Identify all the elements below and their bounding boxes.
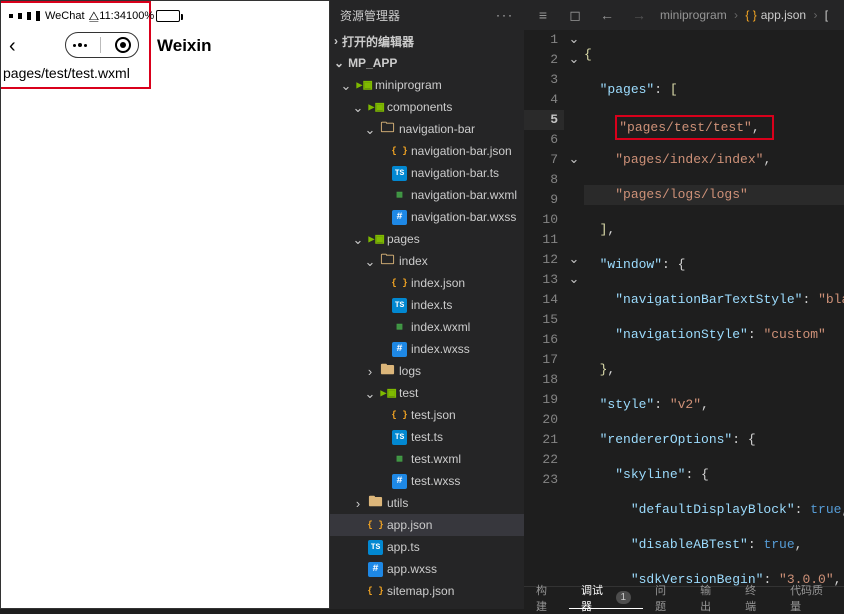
json-icon: { } xyxy=(368,518,383,533)
open-editors-section[interactable]: 打开的编辑器 xyxy=(330,30,524,52)
carrier-name: WeChat xyxy=(45,10,85,22)
folder-icon: ▸▣ xyxy=(368,232,383,247)
simulator-status-bar: WeChat ⧋ 11:34 100% xyxy=(1,3,149,29)
folder-miniprogram[interactable]: ▸▣miniprogram xyxy=(330,74,524,96)
folder-icon: ▸▣ xyxy=(368,100,383,115)
folder-utils[interactable]: 🖿utils xyxy=(330,492,524,514)
explorer-more-icon[interactable]: ··· xyxy=(496,8,514,22)
ts-icon: TS xyxy=(392,298,407,313)
wxss-icon: # xyxy=(368,562,383,577)
json-icon: { } xyxy=(745,8,756,22)
file-app-json[interactable]: { }app.json xyxy=(330,514,524,536)
file-sitemap-json[interactable]: { }sitemap.json xyxy=(330,580,524,602)
miniprogram-capsule[interactable] xyxy=(65,32,139,58)
breadcrumb[interactable]: miniprogram › { }app.json › [ xyxy=(660,8,828,22)
page-content-text: pages/test/test.wxml xyxy=(1,63,149,87)
folder-icon: 🖿 xyxy=(380,364,395,379)
folder-test[interactable]: ▸▣test xyxy=(330,382,524,404)
tab-build[interactable]: 构建 xyxy=(524,587,569,609)
code-editor: ≡ ◻ ← → miniprogram › { }app.json › [ 12… xyxy=(524,0,844,609)
code-content[interactable]: { "pages": [ "pages/test/test", "pages/i… xyxy=(584,30,844,586)
wechat-simulator: WeChat ⧋ 11:34 100% ‹ Weixin pages/test/… xyxy=(0,0,330,609)
file-app-ts[interactable]: TSapp.ts xyxy=(330,536,524,558)
file-index-wxss[interactable]: #index.wxss xyxy=(330,338,524,360)
line-number-gutter: 123 456 789 101112 131415 161718 192021 … xyxy=(524,30,564,586)
json-icon: { } xyxy=(392,144,407,159)
file-navigation-bar-wxml[interactable]: ▥navigation-bar.wxml xyxy=(330,184,524,206)
json-icon: { } xyxy=(392,276,407,291)
wxss-icon: # xyxy=(392,210,407,225)
json-icon: { } xyxy=(368,584,383,599)
back-icon[interactable]: ‹ xyxy=(7,36,16,56)
wxml-icon: ▥ xyxy=(392,188,407,203)
wxml-icon: ▥ xyxy=(392,452,407,467)
file-test-json[interactable]: { }test.json xyxy=(330,404,524,426)
capsule-close-icon[interactable] xyxy=(115,37,131,53)
simulator-navbar: ‹ Weixin xyxy=(1,29,149,63)
capsule-menu-icon[interactable] xyxy=(73,43,87,47)
file-index-ts[interactable]: TSindex.ts xyxy=(330,294,524,316)
project-root-section[interactable]: MP_APP xyxy=(330,52,524,74)
wifi-icon: ⧋ xyxy=(89,9,100,24)
file-tree[interactable]: ▸▣miniprogram ▸▣components 🗀navigation-b… xyxy=(330,74,524,609)
battery-percent: 100% xyxy=(126,10,154,22)
collapse-icon[interactable]: ≡ xyxy=(532,7,554,23)
debugger-badge: 1 xyxy=(616,591,632,604)
bottom-panel-tabs: 构建 调试器 1 问题 输出 终端 代码质量 xyxy=(524,586,844,609)
nav-title: Weixin xyxy=(157,36,211,56)
ts-icon: TS xyxy=(392,430,407,445)
folder-logs[interactable]: 🖿logs xyxy=(330,360,524,382)
folder-icon: ▸▣ xyxy=(356,78,371,93)
explorer-title: 资源管理器 xyxy=(340,7,400,24)
bookmark-icon[interactable]: ◻ xyxy=(564,7,586,24)
folder-navigation-bar[interactable]: 🗀navigation-bar xyxy=(330,118,524,140)
file-test-wxml[interactable]: ▥test.wxml xyxy=(330,448,524,470)
explorer-header: 资源管理器 ··· xyxy=(330,0,524,30)
explorer-panel: 资源管理器 ··· 打开的编辑器 MP_APP ▸▣miniprogram ▸▣… xyxy=(330,0,524,609)
file-navigation-bar-json[interactable]: { }navigation-bar.json xyxy=(330,140,524,162)
file-app-wxss[interactable]: #app.wxss xyxy=(330,558,524,580)
tab-debugger[interactable]: 调试器 1 xyxy=(569,587,643,609)
ts-icon: TS xyxy=(392,166,407,181)
nav-forward-icon[interactable]: → xyxy=(628,7,650,23)
file-navigation-bar-wxss[interactable]: #navigation-bar.wxss xyxy=(330,206,524,228)
file-test-ts[interactable]: TStest.ts xyxy=(330,426,524,448)
wxss-icon: # xyxy=(392,342,407,357)
file-index-json[interactable]: { }index.json xyxy=(330,272,524,294)
tab-problems[interactable]: 问题 xyxy=(643,587,688,609)
folder-icon: 🗀 xyxy=(380,254,395,269)
json-icon: { } xyxy=(392,408,407,423)
editor-body[interactable]: 123 456 789 101112 131415 161718 192021 … xyxy=(524,30,844,586)
fold-gutter[interactable]: ⌄⌄ ⌄ ⌄⌄ xyxy=(564,30,584,586)
file-index-wxml[interactable]: ▥index.wxml xyxy=(330,316,524,338)
file-navigation-bar-ts[interactable]: TSnavigation-bar.ts xyxy=(330,162,524,184)
status-time: 11:34 xyxy=(99,10,126,22)
folder-icon: 🖿 xyxy=(368,496,383,511)
wxss-icon: # xyxy=(392,474,407,489)
file-test-wxss[interactable]: #test.wxss xyxy=(330,470,524,492)
nav-back-icon[interactable]: ← xyxy=(596,7,618,23)
editor-tab-bar: ≡ ◻ ← → miniprogram › { }app.json › [ xyxy=(524,0,844,30)
wxml-icon: ▥ xyxy=(392,320,407,335)
tab-output[interactable]: 输出 xyxy=(688,587,733,609)
tab-terminal[interactable]: 终端 xyxy=(733,587,778,609)
tab-code-quality[interactable]: 代码质量 xyxy=(778,587,844,609)
folder-icon: 🗀 xyxy=(380,122,395,137)
ts-icon: TS xyxy=(368,540,383,555)
folder-pages[interactable]: ▸▣pages xyxy=(330,228,524,250)
folder-index[interactable]: 🗀index xyxy=(330,250,524,272)
folder-components[interactable]: ▸▣components xyxy=(330,96,524,118)
folder-icon: ▸▣ xyxy=(380,386,395,401)
